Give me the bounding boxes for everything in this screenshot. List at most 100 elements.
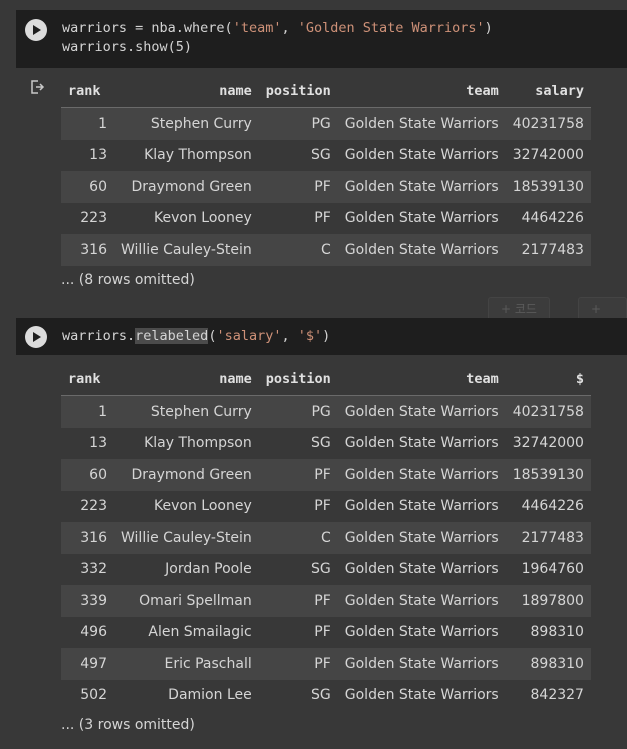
- table-cell: PF: [258, 585, 338, 617]
- table-row: 60 Draymond Green PF Golden State Warriors 1…: [61, 171, 591, 203]
- run-cell-2-button[interactable]: [25, 326, 47, 348]
- table-cell: PF: [258, 171, 338, 203]
- table-cell: 223: [61, 490, 114, 522]
- rows-omitted-2: ... (3 rows omitted): [61, 717, 195, 733]
- table-cell: 497: [61, 648, 114, 680]
- table-row: 339 Omari Spellman PF Golden State Warriors…: [61, 585, 591, 617]
- table-cell: Alen Smailagic: [114, 616, 259, 648]
- table-cell: Draymond Green: [114, 171, 259, 203]
- play-icon: [33, 332, 41, 342]
- table-cell: Stephen Curry: [114, 107, 259, 140]
- table-cell: 18539130: [505, 171, 591, 203]
- table-cell: 13: [61, 139, 114, 171]
- table-cell: SG: [258, 139, 338, 171]
- table-cell: 502: [61, 679, 114, 711]
- table-cell: PF: [258, 459, 338, 491]
- run-cell-1-button[interactable]: [25, 19, 47, 41]
- table-cell: Omari Spellman: [114, 585, 259, 617]
- table-cell: 223: [61, 202, 114, 234]
- table-row: 60 Draymond Green PF Golden State Warriors 1…: [61, 459, 591, 491]
- table-cell: 496: [61, 616, 114, 648]
- column-header: name: [114, 363, 259, 396]
- table-cell: 316: [61, 234, 114, 266]
- table-cell: 898310: [505, 616, 591, 648]
- table-cell: Kevon Looney: [114, 202, 259, 234]
- column-header: rank: [61, 75, 114, 108]
- table-cell: PF: [258, 648, 338, 680]
- table-cell: Golden State Warriors: [337, 679, 506, 711]
- table-cell: 898310: [505, 648, 591, 680]
- table-cell: 842327: [505, 679, 591, 711]
- table-cell: Jordan Poole: [114, 553, 259, 585]
- table-cell: Golden State Warriors: [337, 522, 506, 554]
- table-cell: Damion Lee: [114, 679, 259, 711]
- table-cell: Golden State Warriors: [337, 139, 506, 171]
- table-cell: PF: [258, 616, 338, 648]
- table-row: 223 Kevon Looney PF Golden State Warriors 44…: [61, 202, 591, 234]
- column-header: salary: [505, 75, 591, 108]
- table-cell: 60: [61, 171, 114, 203]
- column-header: name: [114, 75, 259, 108]
- column-header: team: [337, 363, 506, 396]
- code-line-3: warriors.relabeled('salary', '$'): [62, 328, 331, 344]
- table-cell: Golden State Warriors: [337, 171, 506, 203]
- table-cell: Golden State Warriors: [337, 459, 506, 491]
- code-line-1: warriors = nba.where('team', 'Golden Sta…: [62, 20, 493, 36]
- table-cell: Eric Paschall: [114, 648, 259, 680]
- table-cell: SG: [258, 553, 338, 585]
- table-cell: Golden State Warriors: [337, 616, 506, 648]
- table-row: 1 Stephen Curry PG Golden State Warriors 402…: [61, 395, 591, 428]
- table-cell: Golden State Warriors: [337, 553, 506, 585]
- table-cell: Golden State Warriors: [337, 395, 506, 428]
- output-icon[interactable]: [29, 79, 45, 99]
- table-cell: 32742000: [505, 427, 591, 459]
- table-cell: Golden State Warriors: [337, 585, 506, 617]
- table-row: 316 Willie Cauley-Stein C Golden State Warr…: [61, 522, 591, 554]
- table-cell: PF: [258, 202, 338, 234]
- table-cell: 2177483: [505, 234, 591, 266]
- code-line-2: warriors.show(5): [62, 39, 193, 55]
- table-cell: 40231758: [505, 395, 591, 428]
- table-row: 13 Klay Thompson SG Golden State Warriors 32…: [61, 427, 591, 459]
- table-cell: 60: [61, 459, 114, 491]
- column-header: $: [505, 363, 591, 396]
- table-cell: 32742000: [505, 139, 591, 171]
- table-cell: 4464226: [505, 202, 591, 234]
- table-cell: Willie Cauley-Stein: [114, 522, 259, 554]
- table-row: 497 Eric Paschall PF Golden State Warriors 8…: [61, 648, 591, 680]
- table-cell: Golden State Warriors: [337, 202, 506, 234]
- table-cell: C: [258, 522, 338, 554]
- table-cell: Klay Thompson: [114, 139, 259, 171]
- column-header: team: [337, 75, 506, 108]
- table-cell: C: [258, 234, 338, 266]
- table-cell: 1897800: [505, 585, 591, 617]
- table-cell: Draymond Green: [114, 459, 259, 491]
- table-cell: 4464226: [505, 490, 591, 522]
- table-cell: PF: [258, 490, 338, 522]
- table-cell: Golden State Warriors: [337, 648, 506, 680]
- table-cell: SG: [258, 679, 338, 711]
- table-cell: PG: [258, 107, 338, 140]
- table-cell: Stephen Curry: [114, 395, 259, 428]
- table-cell: Kevon Looney: [114, 490, 259, 522]
- table-cell: 1: [61, 395, 114, 428]
- table-cell: SG: [258, 427, 338, 459]
- table-row: 332 Jordan Poole SG Golden State Warriors 19…: [61, 553, 591, 585]
- column-header: rank: [61, 363, 114, 396]
- table-cell: Klay Thompson: [114, 427, 259, 459]
- table-row: 496 Alen Smailagic PF Golden State Warriors…: [61, 616, 591, 648]
- table-cell: 18539130: [505, 459, 591, 491]
- table-row: 13 Klay Thompson SG Golden State Warriors 32…: [61, 139, 591, 171]
- column-header: position: [258, 75, 338, 108]
- table-row: 502 Damion Lee SG Golden State Warriors 8423…: [61, 679, 591, 711]
- table-cell: 332: [61, 553, 114, 585]
- table-cell: 40231758: [505, 107, 591, 140]
- table-cell: 1964760: [505, 553, 591, 585]
- table-cell: Golden State Warriors: [337, 234, 506, 266]
- play-icon: [33, 25, 41, 35]
- table-cell: Golden State Warriors: [337, 490, 506, 522]
- table-cell: 13: [61, 427, 114, 459]
- table-cell: PG: [258, 395, 338, 428]
- table-row: 316 Willie Cauley-Stein C Golden State Warr…: [61, 234, 591, 266]
- table-row: 223 Kevon Looney PF Golden State Warriors 44…: [61, 490, 591, 522]
